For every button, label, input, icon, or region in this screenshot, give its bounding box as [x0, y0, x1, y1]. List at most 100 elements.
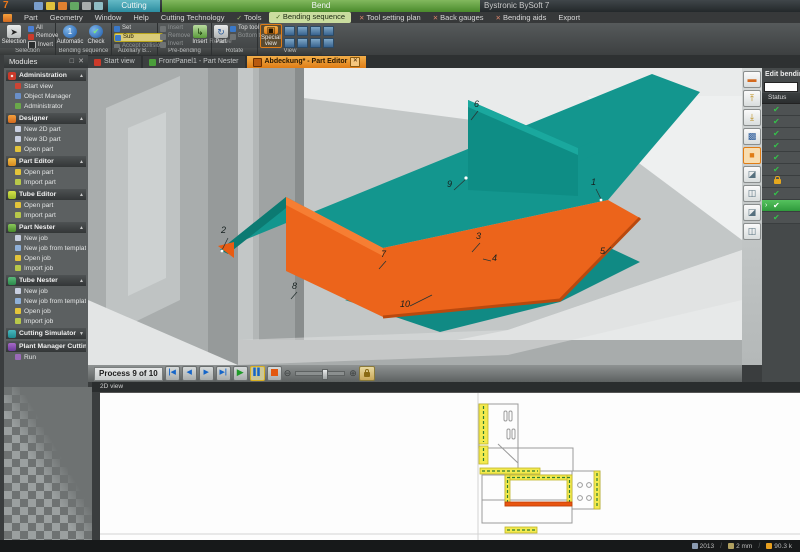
- previous-step-button[interactable]: ◀: [182, 366, 197, 381]
- lower-tool-icon[interactable]: ⤓: [743, 109, 761, 126]
- cube-top-icon[interactable]: ◪: [743, 204, 761, 221]
- select-remove-button[interactable]: Remove: [28, 33, 58, 40]
- sidebar-item-import-part[interactable]: Import part: [6, 177, 86, 187]
- pin-icon[interactable]: □: [70, 58, 74, 65]
- sidebar-item-import-job[interactable]: Import job: [6, 316, 86, 326]
- skip-last-button[interactable]: ▶|: [216, 366, 231, 381]
- bend-row[interactable]: ✔: [762, 164, 800, 176]
- menu-geometry[interactable]: Geometry: [44, 12, 89, 23]
- sidebar-item-new-job[interactable]: New job: [6, 286, 86, 296]
- menu-cutting-technology[interactable]: Cutting Technology: [155, 12, 231, 23]
- menu-bending-sequence[interactable]: ✓Bending sequence: [269, 12, 351, 23]
- section-header-tube-editor[interactable]: Tube Editor▲: [6, 189, 86, 200]
- menu-part[interactable]: Part: [18, 12, 44, 23]
- bend-row[interactable]: ✔: [762, 116, 800, 128]
- redo-icon[interactable]: [70, 2, 79, 10]
- special-view-button[interactable]: ▣ Special view: [260, 24, 282, 48]
- skip-first-button[interactable]: |◀: [165, 366, 180, 381]
- sidebar-item-object-manager[interactable]: Object Manager: [6, 91, 86, 101]
- menu-help[interactable]: Help: [127, 12, 154, 23]
- bend-row[interactable]: ✔: [762, 212, 800, 224]
- tab-part-editor[interactable]: Abdeckung* - Part Editor ✕: [247, 56, 367, 68]
- menu-bending-aids[interactable]: ✕Bending aids: [490, 12, 553, 24]
- sidebar-item-import-part[interactable]: Import part: [6, 210, 86, 220]
- zoom-in-icon[interactable]: ⊕: [349, 367, 357, 380]
- open-icon[interactable]: [46, 2, 55, 10]
- sidebar-item-new-2d-part[interactable]: New 2D part: [6, 124, 86, 134]
- save-icon[interactable]: [34, 2, 43, 10]
- section-header-tube-nester[interactable]: Tube Nester▲: [6, 275, 86, 286]
- check-button[interactable]: ✔ Check: [84, 24, 108, 48]
- view-top-icon[interactable]: [297, 26, 308, 36]
- sidebar-item-new-3d-part[interactable]: New 3D part: [6, 134, 86, 144]
- aux-set-button[interactable]: Set: [114, 25, 163, 32]
- bend-row[interactable]: ✔: [762, 128, 800, 140]
- tab-start-view[interactable]: Start view: [88, 56, 141, 68]
- pause-button[interactable]: ▌▌: [250, 366, 265, 381]
- bend-row[interactable]: [762, 176, 800, 188]
- section-header-part-editor[interactable]: Part Editor▲: [6, 156, 86, 167]
- bend-row[interactable]: ✔: [762, 152, 800, 164]
- zoom-out-icon[interactable]: ⊖: [284, 367, 292, 380]
- settings-icon[interactable]: [94, 2, 103, 10]
- close-icon[interactable]: ✕: [78, 58, 84, 65]
- 2d-view-canvas[interactable]: [100, 392, 800, 541]
- undo-icon[interactable]: [58, 2, 67, 10]
- section-header-part-nester[interactable]: Part Nester▲: [6, 222, 86, 233]
- speed-slider[interactable]: [295, 371, 345, 376]
- play-button[interactable]: ▶: [233, 366, 248, 381]
- print-icon[interactable]: [82, 2, 91, 10]
- part-only-view-icon[interactable]: ■: [743, 147, 761, 164]
- next-step-button[interactable]: ▶: [199, 366, 214, 381]
- sidebar-item-open-part[interactable]: Open part: [6, 200, 86, 210]
- slider-thumb[interactable]: [322, 369, 328, 380]
- bend-row[interactable]: ✔: [762, 188, 800, 200]
- view-side-icon[interactable]: [323, 26, 334, 36]
- prebend-remove-item[interactable]: Remove: [160, 33, 190, 40]
- close-tab-icon[interactable]: ✕: [350, 57, 360, 67]
- sidebar-item-new-job-from-template[interactable]: New job from template: [6, 296, 86, 306]
- menu-tools[interactable]: ✓Tools: [230, 12, 267, 24]
- sidebar-item-open-job[interactable]: Open job: [6, 253, 86, 263]
- section-header-cutting-simulator[interactable]: Cutting Simulator▼: [6, 328, 86, 339]
- rotate-part-button[interactable]: ↻ Part: [214, 24, 228, 48]
- 3d-viewport[interactable]: 1 2 3 4 5 6 7 8 9 10: [88, 68, 742, 365]
- cube-side-icon[interactable]: ◫: [743, 223, 761, 240]
- selection-button[interactable]: ➤ Selection: [2, 24, 26, 48]
- sidebar-item-import-job[interactable]: Import job: [6, 263, 86, 273]
- stop-button[interactable]: [267, 366, 282, 381]
- cube-iso-icon[interactable]: ◪: [743, 166, 761, 183]
- view-iso-icon[interactable]: [284, 26, 295, 36]
- automatic-button[interactable]: 1 Automatic: [58, 24, 82, 48]
- sidebar-item-start-view[interactable]: Start view: [6, 81, 86, 91]
- sidebar-item-new-job-from-template[interactable]: New job from template: [6, 243, 86, 253]
- tab-part-nester[interactable]: FrontPanel1 - Part Nester: [143, 56, 245, 68]
- bend-row[interactable]: ✔: [762, 140, 800, 152]
- section-header-plant-manager[interactable]: Plant Manager Cutting▲: [6, 341, 86, 352]
- app-menu-icon[interactable]: [3, 14, 12, 22]
- prebend-insert-item[interactable]: Insert: [160, 25, 190, 32]
- prebend-invert-item[interactable]: Invert: [160, 41, 190, 48]
- bend-row[interactable]: ✔: [762, 104, 800, 116]
- aux-sub-button[interactable]: Sub: [114, 33, 163, 42]
- backgauge-icon[interactable]: ▩: [743, 128, 761, 145]
- sidebar-item-administrator[interactable]: Administrator: [6, 101, 86, 111]
- menu-window[interactable]: Window: [89, 12, 128, 23]
- menu-back-gauges[interactable]: ✕Back gauges: [427, 12, 490, 24]
- machine-icon[interactable]: ▬: [743, 71, 761, 88]
- bend-row-current[interactable]: ›✔: [762, 200, 800, 212]
- 2d-view-header[interactable]: 2D view: [92, 382, 800, 392]
- view-left-icon[interactable]: [297, 38, 308, 48]
- menu-export[interactable]: Export: [552, 12, 586, 23]
- workspace-tab-bend[interactable]: Bend: [162, 0, 480, 12]
- sidebar-item-run[interactable]: Run: [6, 352, 86, 362]
- view-bottom-icon[interactable]: [310, 38, 321, 48]
- sidebar-item-new-job[interactable]: New job: [6, 233, 86, 243]
- lock-view-button[interactable]: [359, 366, 375, 381]
- upper-tool-icon[interactable]: ⤒: [743, 90, 761, 107]
- view-back-icon[interactable]: [284, 38, 295, 48]
- section-header-administration[interactable]: Administration▲: [6, 70, 86, 81]
- sequence-combobox[interactable]: [764, 82, 798, 92]
- workspace-tab-cutting[interactable]: Cutting: [108, 0, 160, 12]
- cube-front-icon[interactable]: ◫: [743, 185, 761, 202]
